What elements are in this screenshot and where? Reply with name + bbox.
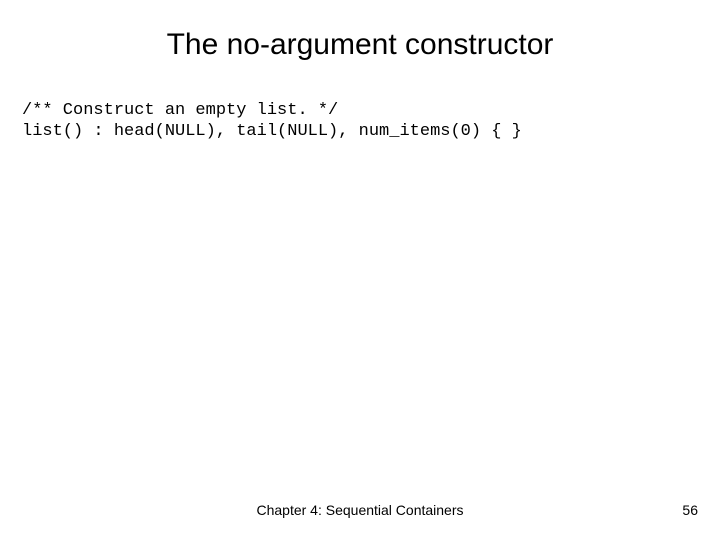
code-line-1: /** Construct an empty list. */ xyxy=(22,101,338,120)
footer-chapter: Chapter 4: Sequential Containers xyxy=(0,502,720,518)
code-line-2: list() : head(NULL), tail(NULL), num_ite… xyxy=(22,122,522,141)
slide: The no-argument constructor /** Construc… xyxy=(0,0,720,540)
footer-page-number: 56 xyxy=(682,502,698,518)
slide-title: The no-argument constructor xyxy=(0,28,720,62)
code-block: /** Construct an empty list. */ list() :… xyxy=(22,100,522,143)
